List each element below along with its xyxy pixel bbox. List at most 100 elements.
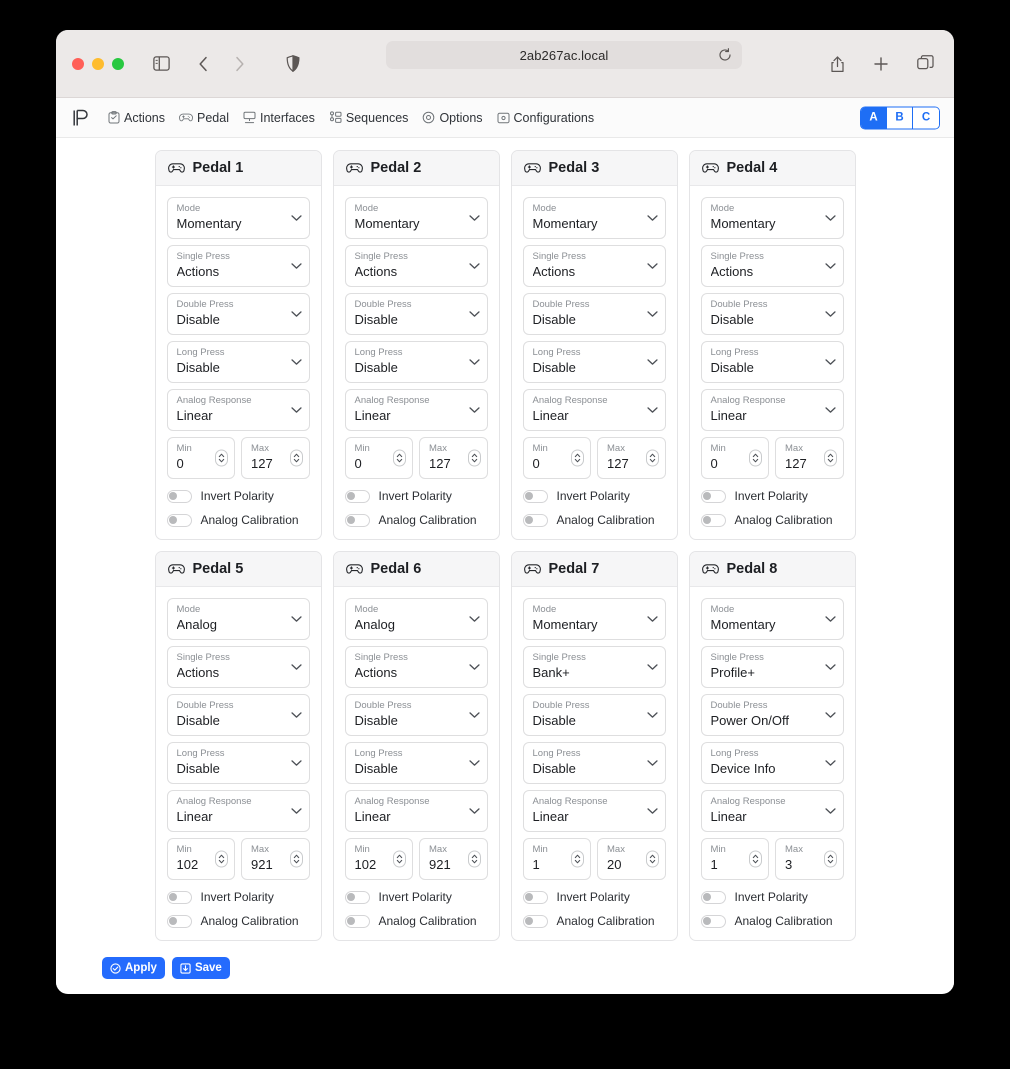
nav-item-options[interactable]: Options	[422, 111, 483, 125]
double-press-select[interactable]: Double Press Power On/Off	[700, 694, 844, 736]
invert-polarity-switch[interactable]	[344, 890, 370, 904]
analog-response-select[interactable]: Analog Response Linear	[700, 389, 844, 431]
analog-calibration-switch[interactable]	[344, 914, 370, 928]
min-stepper[interactable]: Min 1	[522, 838, 591, 880]
max-spinner-icon[interactable]	[467, 850, 481, 868]
mode-select[interactable]: Mode Analog	[166, 598, 310, 640]
long-press-select[interactable]: Long Press Disable	[522, 341, 666, 383]
min-spinner-icon[interactable]	[393, 449, 406, 467]
mode-select[interactable]: Mode Analog	[344, 598, 488, 640]
invert-polarity-toggle[interactable]: Invert Polarity	[700, 489, 844, 503]
analog-response-select[interactable]: Analog Response Linear	[344, 790, 488, 832]
min-stepper[interactable]: Min 0	[166, 437, 235, 479]
analog-calibration-switch[interactable]	[166, 513, 192, 527]
max-stepper[interactable]: Max 921	[241, 838, 310, 880]
min-stepper[interactable]: Min 102	[344, 838, 413, 880]
long-press-select[interactable]: Long Press Device Info	[700, 742, 844, 784]
min-spinner-icon[interactable]	[571, 449, 584, 467]
analog-response-select[interactable]: Analog Response Linear	[166, 790, 310, 832]
single-press-select[interactable]: Single Press Bank+	[522, 646, 666, 688]
invert-polarity-switch[interactable]	[166, 489, 192, 503]
profile-button-a[interactable]: A	[861, 107, 887, 128]
single-press-select[interactable]: Single Press Actions	[166, 245, 310, 287]
min-spinner-icon[interactable]	[749, 850, 762, 868]
analog-response-select[interactable]: Analog Response Linear	[522, 790, 666, 832]
mode-select[interactable]: Mode Momentary	[700, 598, 844, 640]
min-stepper[interactable]: Min 102	[166, 838, 235, 880]
max-spinner-icon[interactable]	[645, 449, 659, 467]
analog-calibration-switch[interactable]	[700, 914, 726, 928]
analog-calibration-toggle[interactable]: Analog Calibration	[166, 513, 310, 527]
max-stepper[interactable]: Max 921	[419, 838, 488, 880]
invert-polarity-switch[interactable]	[700, 890, 726, 904]
analog-response-select[interactable]: Analog Response Linear	[344, 389, 488, 431]
max-stepper[interactable]: Max 127	[775, 437, 844, 479]
max-spinner-icon[interactable]	[467, 449, 481, 467]
long-press-select[interactable]: Long Press Disable	[344, 341, 488, 383]
save-button[interactable]: Save	[171, 957, 230, 979]
shield-icon[interactable]	[280, 51, 306, 77]
double-press-select[interactable]: Double Press Disable	[522, 293, 666, 335]
nav-item-pedal[interactable]: Pedal	[179, 111, 229, 125]
single-press-select[interactable]: Single Press Actions	[344, 646, 488, 688]
max-spinner-icon[interactable]	[289, 449, 303, 467]
invert-polarity-toggle[interactable]: Invert Polarity	[522, 489, 666, 503]
nav-item-actions[interactable]: Actions	[108, 111, 165, 125]
analog-calibration-toggle[interactable]: Analog Calibration	[166, 914, 310, 928]
back-arrow-icon[interactable]	[190, 51, 216, 77]
analog-calibration-switch[interactable]	[700, 513, 726, 527]
maximize-window-button[interactable]	[112, 57, 124, 70]
profile-button-b[interactable]: B	[887, 107, 913, 128]
max-spinner-icon[interactable]	[289, 850, 303, 868]
nav-item-interfaces[interactable]: Interfaces	[243, 111, 315, 125]
analog-response-select[interactable]: Analog Response Linear	[700, 790, 844, 832]
max-stepper[interactable]: Max 3	[775, 838, 844, 880]
close-window-button[interactable]	[72, 57, 84, 70]
invert-polarity-switch[interactable]	[166, 890, 192, 904]
profile-button-c[interactable]: C	[913, 107, 939, 128]
long-press-select[interactable]: Long Press Disable	[166, 742, 310, 784]
invert-polarity-toggle[interactable]: Invert Polarity	[522, 890, 666, 904]
max-stepper[interactable]: Max 127	[241, 437, 310, 479]
single-press-select[interactable]: Single Press Actions	[700, 245, 844, 287]
long-press-select[interactable]: Long Press Disable	[700, 341, 844, 383]
long-press-select[interactable]: Long Press Disable	[344, 742, 488, 784]
mode-select[interactable]: Mode Momentary	[522, 598, 666, 640]
mode-select[interactable]: Mode Momentary	[166, 197, 310, 239]
mode-select[interactable]: Mode Momentary	[522, 197, 666, 239]
long-press-select[interactable]: Long Press Disable	[166, 341, 310, 383]
double-press-select[interactable]: Double Press Disable	[344, 694, 488, 736]
min-spinner-icon[interactable]	[571, 850, 584, 868]
analog-response-select[interactable]: Analog Response Linear	[166, 389, 310, 431]
analog-response-select[interactable]: Analog Response Linear	[522, 389, 666, 431]
single-press-select[interactable]: Single Press Actions	[344, 245, 488, 287]
analog-calibration-toggle[interactable]: Analog Calibration	[700, 513, 844, 527]
minimize-window-button[interactable]	[92, 57, 104, 70]
analog-calibration-toggle[interactable]: Analog Calibration	[344, 914, 488, 928]
analog-calibration-toggle[interactable]: Analog Calibration	[344, 513, 488, 527]
invert-polarity-switch[interactable]	[700, 489, 726, 503]
invert-polarity-switch[interactable]	[522, 890, 548, 904]
reload-icon[interactable]	[718, 48, 732, 62]
invert-polarity-switch[interactable]	[522, 489, 548, 503]
max-stepper[interactable]: Max 127	[597, 437, 666, 479]
analog-calibration-switch[interactable]	[522, 513, 548, 527]
max-stepper[interactable]: Max 20	[597, 838, 666, 880]
min-spinner-icon[interactable]	[749, 449, 762, 467]
plus-icon[interactable]	[868, 51, 894, 77]
invert-polarity-toggle[interactable]: Invert Polarity	[344, 489, 488, 503]
url-bar[interactable]: 2ab267ac.local	[386, 41, 742, 69]
invert-polarity-switch[interactable]	[344, 489, 370, 503]
analog-calibration-switch[interactable]	[522, 914, 548, 928]
max-stepper[interactable]: Max 127	[419, 437, 488, 479]
single-press-select[interactable]: Single Press Actions	[166, 646, 310, 688]
min-stepper[interactable]: Min 0	[344, 437, 413, 479]
min-spinner-icon[interactable]	[215, 449, 228, 467]
min-stepper[interactable]: Min 1	[700, 838, 769, 880]
invert-polarity-toggle[interactable]: Invert Polarity	[166, 489, 310, 503]
single-press-select[interactable]: Single Press Profile+	[700, 646, 844, 688]
share-icon[interactable]	[824, 51, 850, 77]
apply-button[interactable]: Apply	[102, 957, 165, 979]
analog-calibration-toggle[interactable]: Analog Calibration	[522, 513, 666, 527]
double-press-select[interactable]: Double Press Disable	[166, 293, 310, 335]
